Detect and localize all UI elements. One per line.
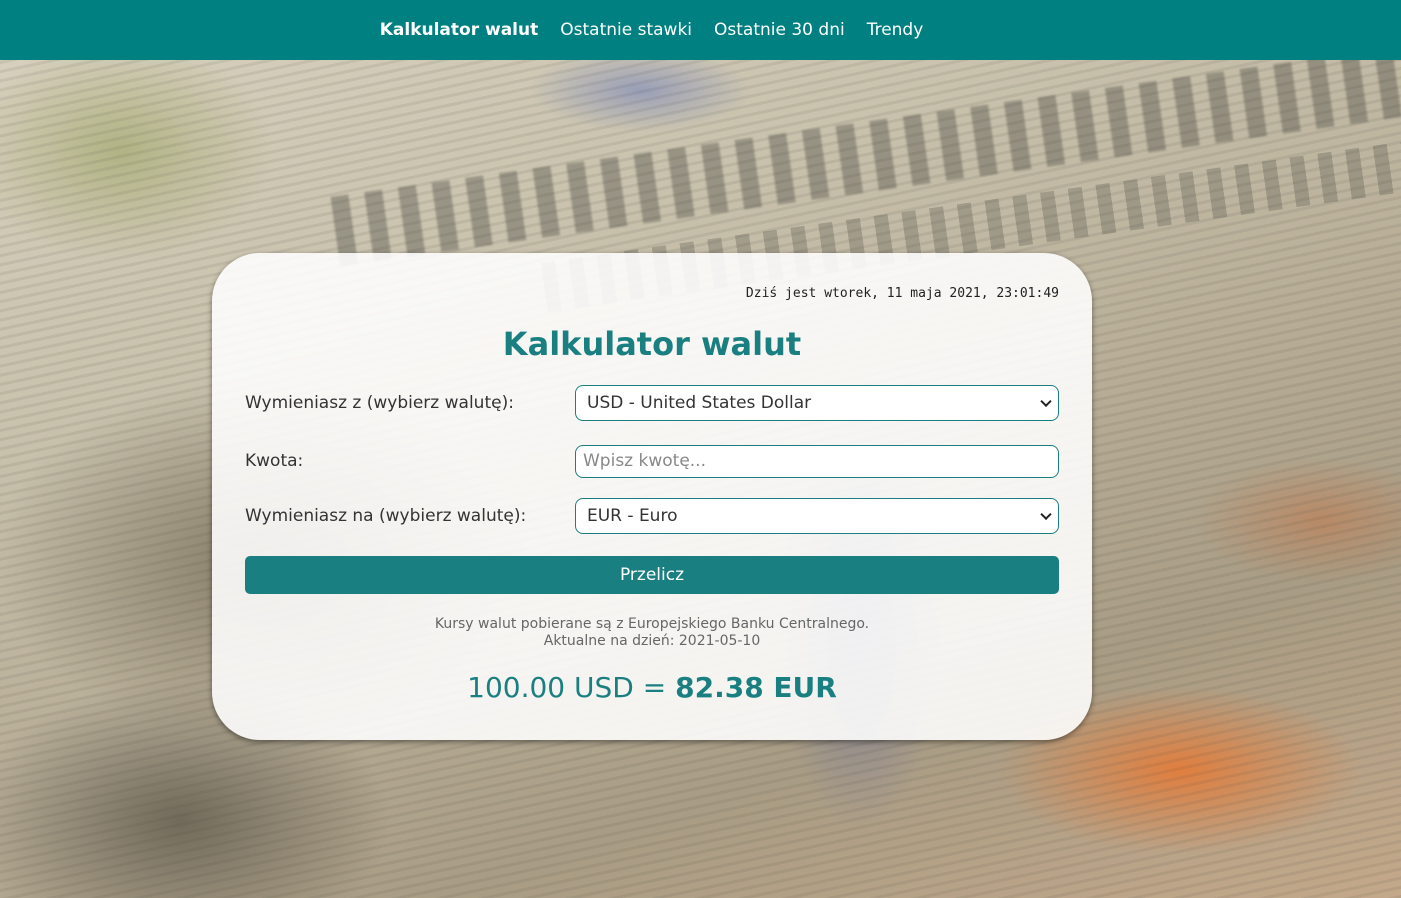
amount-input[interactable]: Wpisz kwotę... <box>575 444 1059 478</box>
from-currency-value: USD - United States Dollar <box>587 393 812 413</box>
amount-row: Kwota: Wpisz kwotę... <box>245 443 1059 479</box>
nav-link-trends[interactable]: Trendy <box>867 20 924 40</box>
from-currency-select[interactable]: USD - United States Dollar <box>575 385 1059 421</box>
chevron-down-icon <box>1040 508 1052 521</box>
to-currency-row: Wymieniasz na (wybierz walutę): EUR - Eu… <box>245 498 1059 534</box>
rates-date-text: Aktualne na dzień: 2021-05-10 <box>543 633 761 649</box>
nav-links: Kalkulator walut Ostatnie stawki Ostatni… <box>380 20 924 40</box>
nav-link-calculator[interactable]: Kalkulator walut <box>380 20 539 40</box>
nav-link-last-30-days[interactable]: Ostatnie 30 dni <box>714 20 845 40</box>
from-currency-row: Wymieniasz z (wybierz walutę): USD - Uni… <box>245 385 1059 421</box>
amount-label: Kwota: <box>245 451 304 471</box>
amount-placeholder: Wpisz kwotę... <box>583 451 706 471</box>
convert-button[interactable]: Przelicz <box>245 556 1059 594</box>
to-currency-label: Wymieniasz na (wybierz walutę): <box>245 506 527 526</box>
chevron-down-icon <box>1040 395 1052 408</box>
to-currency-value: EUR - Euro <box>587 506 678 526</box>
current-datetime: Dziś jest wtorek, 11 maja 2021, 23:01:49 <box>745 286 1059 301</box>
from-currency-label: Wymieniasz z (wybierz walutę): <box>245 393 514 413</box>
rates-source-text: Kursy walut pobierane są z Europejskiego… <box>434 616 870 632</box>
page-title: Kalkulator walut <box>502 325 802 363</box>
result-source-amount: 100.00 USD = <box>467 671 667 704</box>
nav-link-recent-rates[interactable]: Ostatnie stawki <box>560 20 692 40</box>
to-currency-select[interactable]: EUR - Euro <box>575 498 1059 534</box>
calculator-card: Dziś jest wtorek, 11 maja 2021, 23:01:49… <box>212 253 1092 740</box>
conversion-result: 100.00 USD = 82.38 EUR <box>212 671 1092 704</box>
top-navbar: Kalkulator walut Ostatnie stawki Ostatni… <box>0 0 1401 60</box>
rates-info: Kursy walut pobierane są z Europejskiego… <box>212 616 1092 650</box>
result-target-amount: 82.38 EUR <box>675 671 837 704</box>
